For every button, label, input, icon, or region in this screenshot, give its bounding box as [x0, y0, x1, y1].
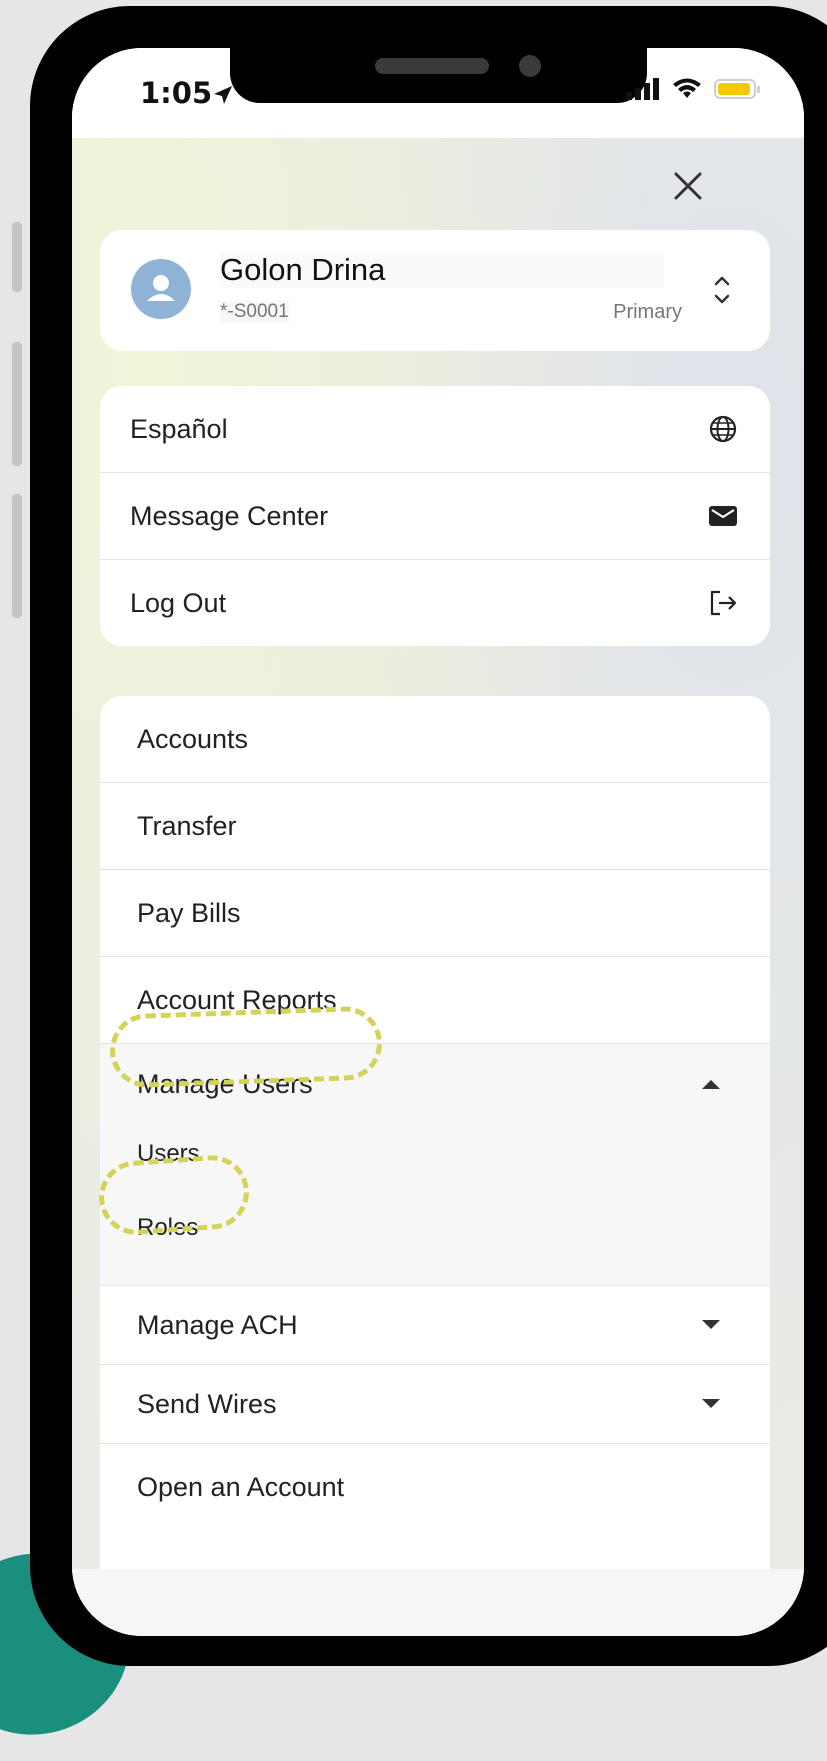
menu-item-transfer[interactable]: Transfer — [100, 783, 770, 869]
profile-name: Golon Drina — [220, 252, 664, 288]
globe-icon — [709, 415, 737, 443]
wifi-icon — [673, 78, 701, 98]
status-icons — [626, 78, 760, 100]
battery-icon — [714, 79, 760, 99]
menu-label: Accounts — [137, 723, 249, 754]
signal-icon — [626, 78, 659, 100]
device-volume-down — [12, 494, 22, 618]
device-side-button — [12, 222, 22, 292]
device-volume-up — [12, 342, 22, 466]
profile-account-id: *-S0001 — [220, 301, 289, 323]
location-arrow-icon — [214, 86, 232, 104]
avatar — [131, 259, 191, 319]
menu-label: Transfer — [137, 810, 237, 841]
message-center-label: Message Center — [130, 500, 329, 531]
menu-label: Manage ACH — [137, 1309, 298, 1340]
language-toggle[interactable]: Español — [100, 386, 770, 472]
highlight-roles — [96, 1152, 252, 1238]
status-bar: 1:05 — [72, 48, 804, 138]
menu-item-manage-ach[interactable]: Manage ACH — [100, 1286, 770, 1364]
menu-item-open-account[interactable]: Open an Account — [100, 1444, 770, 1530]
account-switcher[interactable]: Golon Drina *-S0001 Primary — [100, 230, 770, 351]
close-icon[interactable] — [668, 166, 708, 206]
menu-item-pay-bills[interactable]: Pay Bills — [100, 870, 770, 956]
bottom-bar — [72, 1569, 804, 1636]
message-center-item[interactable]: Message Center — [100, 473, 770, 559]
menu-item-accounts[interactable]: Accounts — [100, 696, 770, 782]
menu-label: Send Wires — [137, 1388, 277, 1419]
status-time: 1:05 — [140, 76, 213, 110]
device-notch — [230, 48, 647, 103]
caret-down-icon — [702, 1320, 720, 1329]
highlight-manage-users — [108, 1005, 384, 1089]
phone-frame: 1:05 Golon Drina *-S0001 Primary Español… — [30, 6, 827, 1666]
chevron-up-down-icon[interactable] — [712, 272, 732, 308]
menu-label: Open an Account — [137, 1471, 345, 1502]
menu-item-send-wires[interactable]: Send Wires — [100, 1365, 770, 1443]
caret-up-icon — [702, 1080, 720, 1089]
phone-screen: 1:05 Golon Drina *-S0001 Primary Español… — [72, 48, 804, 1636]
log-out-item[interactable]: Log Out — [100, 560, 770, 646]
language-label: Español — [130, 413, 228, 444]
user-icon — [147, 275, 175, 301]
envelope-icon — [709, 506, 737, 526]
quick-actions-card: Español Message Center Log Out — [100, 386, 770, 646]
log-out-label: Log Out — [130, 587, 227, 618]
profile-role: Primary — [613, 301, 682, 323]
caret-down-icon — [702, 1399, 720, 1408]
menu-label: Pay Bills — [137, 897, 241, 928]
logout-icon — [710, 590, 737, 616]
